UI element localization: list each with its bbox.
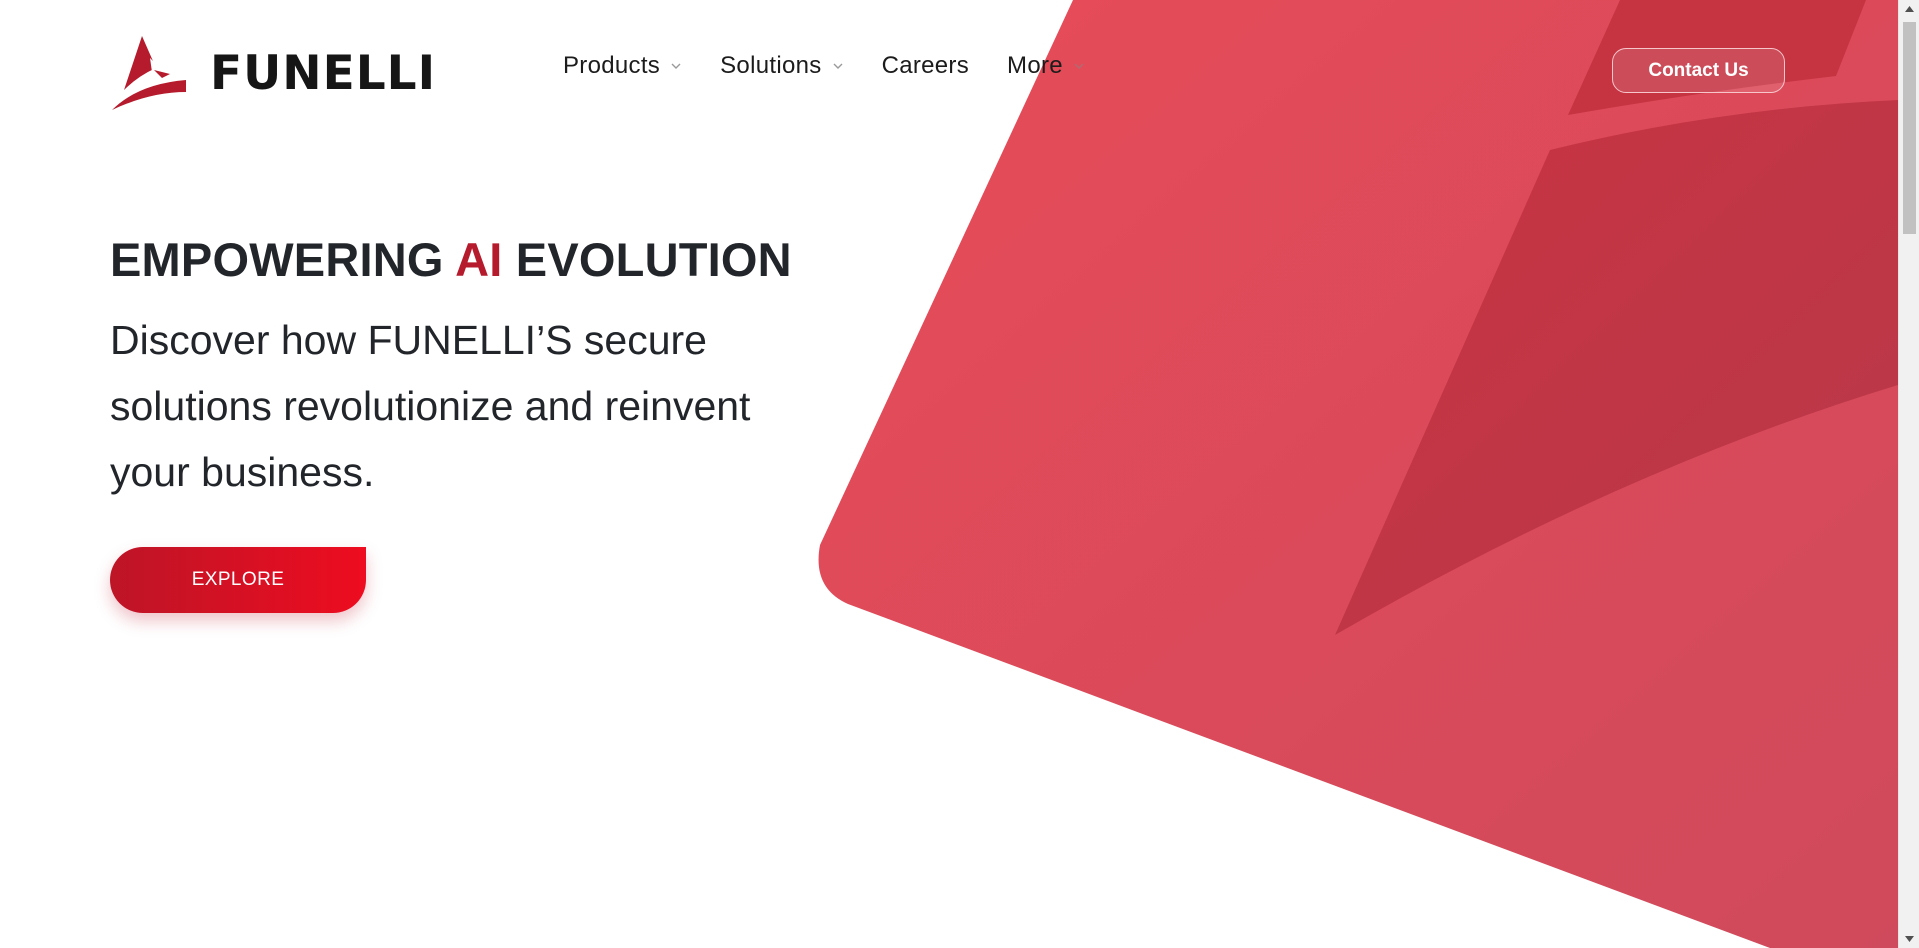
funelli-logo-icon (112, 36, 186, 110)
nav-item-solutions[interactable]: Solutions (720, 52, 843, 80)
logo[interactable]: FUNELLI (110, 34, 436, 112)
hero-subtitle: Discover how FUNELLI’S secure solutions … (110, 317, 751, 495)
arrow-up-icon[interactable] (1899, 0, 1919, 18)
hero-section: EMPOWERING AI EVOLUTION Discover how FUN… (110, 232, 830, 613)
hero-title-part1: EMPOWERING (110, 233, 456, 286)
nav-item-label: Careers (881, 52, 970, 79)
contact-us-button[interactable]: Contact Us (1612, 48, 1785, 93)
main-nav: Products Solutions Careers More (563, 52, 1085, 80)
hero-shape-main (818, 0, 1898, 948)
chevron-down-icon (833, 63, 843, 69)
nav-item-label: More (1007, 52, 1063, 79)
nav-item-label: Solutions (720, 52, 822, 79)
nav-item-products[interactable]: Products (563, 52, 682, 80)
nav-item-label: Products (563, 52, 661, 79)
nav-item-careers[interactable]: Careers (882, 52, 969, 80)
vertical-scrollbar[interactable] (1898, 0, 1919, 948)
site-header: FUNELLI Products Solutions Careers More … (0, 0, 1898, 140)
nav-item-more[interactable]: More (1007, 52, 1085, 80)
scrollbar-thumb[interactable] (1903, 22, 1916, 234)
chevron-down-icon (1074, 63, 1084, 69)
explore-button[interactable]: EXPLORE (110, 547, 366, 613)
hero-shape-band (1335, 100, 1898, 635)
chevron-down-icon (671, 63, 681, 69)
hero-title: EMPOWERING AI EVOLUTION (110, 232, 830, 287)
hero-title-part2: EVOLUTION (502, 233, 792, 286)
hero-title-accent: AI (455, 233, 503, 286)
logo-wordmark: FUNELLI (210, 45, 437, 101)
page-viewport: FUNELLI Products Solutions Careers More … (0, 0, 1898, 948)
arrow-down-icon[interactable] (1899, 930, 1919, 948)
